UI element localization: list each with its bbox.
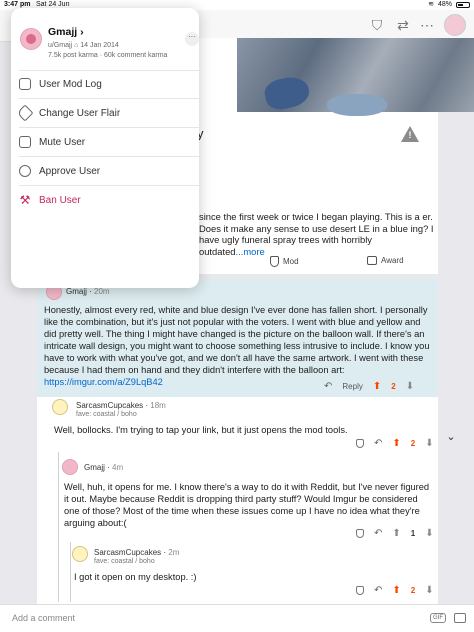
handle-text: u/Gmajj	[48, 42, 73, 49]
shield-icon	[270, 256, 279, 267]
comment-author[interactable]: SarcasmCupcakes · 18m	[76, 401, 166, 410]
approve-icon	[19, 165, 31, 177]
award-button[interactable]: Award	[367, 256, 404, 265]
post-body: since the first week or twice I began pl…	[199, 211, 435, 257]
thread-line	[58, 452, 59, 602]
hammer-icon: ⚒	[19, 193, 31, 207]
menu-change-user-flair[interactable]: Change User Flair	[16, 99, 191, 127]
mod-shield-icon[interactable]	[356, 585, 364, 595]
menu-user-mod-log[interactable]: User Mod Log	[19, 70, 191, 98]
comment-body: Honestly, almost every red, white and bl…	[44, 304, 432, 388]
menu-ban-user[interactable]: ⚒ Ban User	[19, 186, 191, 214]
battery-percent: 48%	[437, 1, 452, 8]
thread-line	[70, 542, 71, 602]
vote-score: 2	[410, 438, 416, 448]
menu-approve-user[interactable]: Approve User	[19, 157, 191, 185]
award-label: Award	[381, 256, 404, 265]
mod-shield-icon[interactable]	[356, 528, 364, 538]
cake-date: 14 Jan 2014	[80, 42, 119, 49]
comment-text: Honestly, almost every red, white and bl…	[44, 305, 430, 375]
comment-time: 20m	[94, 287, 110, 296]
downvote-icon[interactable]: ⬇	[425, 528, 433, 539]
popover-handle: u/Gmajj ⌂ 14 Jan 2014	[48, 42, 119, 49]
battery-icon	[456, 2, 470, 8]
avatar[interactable]	[444, 14, 466, 36]
avatar[interactable]	[72, 546, 88, 562]
menu-label: Approve User	[39, 165, 101, 177]
shield-icon	[19, 78, 31, 90]
comment-actions: ↶ Reply ⬆ 2 ⬇	[324, 380, 414, 392]
menu-label: User Mod Log	[39, 78, 102, 90]
upvote-icon[interactable]: ⬆	[392, 528, 400, 539]
reply-icon[interactable]: ↶	[374, 585, 382, 596]
vote-score: 1	[410, 528, 416, 538]
reply-button[interactable]: Reply	[342, 382, 362, 391]
upvote-icon[interactable]: ⬆	[392, 585, 400, 596]
comment-actions: ↶ ⬆ 2 ⬇	[356, 584, 434, 596]
mod-label: Mod	[283, 257, 299, 266]
award-icon	[367, 256, 377, 265]
avatar[interactable]	[62, 459, 78, 475]
gif-button[interactable]: GIF	[430, 613, 446, 623]
more-icon[interactable]: ⋯	[418, 16, 436, 34]
comment-body: Well, huh, it opens for me. I know there…	[64, 482, 430, 528]
downvote-icon[interactable]: ⬇	[425, 438, 433, 449]
user-avatar[interactable]	[20, 28, 42, 50]
reply-icon[interactable]: ↶	[324, 381, 332, 392]
author-name: SarcasmCupcakes	[76, 401, 144, 410]
menu-label: Change User Flair	[39, 107, 121, 119]
imgur-link[interactable]: https://imgur.com/a/Z9LqB42	[44, 377, 163, 387]
comment-author[interactable]: Gmajj · 20m	[66, 287, 110, 296]
author-name: SarcasmCupcakes	[94, 548, 162, 557]
post-body-text: since the first week or twice I began pl…	[199, 211, 434, 257]
comment-time: 18m	[150, 401, 166, 410]
downvote-icon[interactable]: ⬇	[406, 381, 414, 392]
avatar[interactable]	[52, 399, 68, 415]
popover-karma: 7.5k post karma · 60k comment karma	[48, 52, 168, 59]
warning-mark: !	[408, 130, 412, 140]
comment-author[interactable]: SarcasmCupcakes · 2m	[94, 548, 179, 557]
chevron-down-icon[interactable]: ⌄	[442, 428, 460, 446]
image-pillow	[327, 94, 387, 116]
sort-icon[interactable]: ⇄	[394, 16, 412, 34]
user-flair: fave: coastal / boho	[94, 558, 155, 565]
upvote-icon[interactable]: ⬆	[392, 438, 400, 449]
comment-actions: ↶ ⬆ 1 ⬇	[356, 527, 434, 539]
mute-icon	[19, 136, 31, 148]
mod-button[interactable]: Mod	[270, 256, 299, 267]
cake-icon: ⌂	[74, 42, 79, 49]
vote-score: 2	[410, 585, 416, 595]
popover-more-button[interactable]: ···	[185, 32, 199, 46]
popover-username[interactable]: Gmajj ›	[48, 26, 84, 38]
mod-shield-icon[interactable]	[356, 438, 364, 448]
comment-body: I got it open on my desktop. :)	[74, 572, 197, 582]
comment-composer[interactable]: Add a comment GIF	[0, 604, 474, 632]
wifi-icon: ≋	[428, 1, 434, 8]
camera-icon[interactable]	[454, 613, 466, 623]
author-name: Gmajj	[66, 287, 87, 296]
comment-author[interactable]: Gmajj · 4m	[84, 463, 123, 472]
author-name: Gmajj	[84, 463, 105, 472]
comment-actions: ↶ ⬆ 2 ⬇	[356, 437, 434, 449]
comment-body: Well, bollocks. I'm trying to tap your l…	[54, 425, 348, 435]
reply-icon[interactable]: ↶	[374, 528, 382, 539]
status-right: ≋ 48%	[428, 0, 470, 10]
downvote-icon[interactable]: ⬇	[425, 585, 433, 596]
chevron-right-icon: ›	[80, 26, 84, 38]
username-text: Gmajj	[48, 26, 78, 38]
comment-time: 4m	[112, 463, 124, 472]
add-comment-input[interactable]: Add a comment	[12, 613, 75, 623]
reply-icon[interactable]: ↶	[374, 438, 382, 449]
menu-label: Mute User	[39, 136, 86, 148]
user-popover: Gmajj › u/Gmajj ⌂ 14 Jan 2014 7.5k post …	[11, 8, 199, 288]
comment-time: 2m	[168, 548, 180, 557]
menu-mute-user[interactable]: Mute User	[19, 128, 191, 156]
tag-icon	[16, 104, 34, 122]
vote-score: 2	[391, 381, 396, 391]
user-flair: fave: coastal / boho	[76, 411, 137, 418]
menu-label: Ban User	[39, 194, 81, 206]
mod-shield-icon[interactable]: ⛉	[368, 16, 386, 34]
upvote-icon[interactable]: ⬆	[373, 381, 381, 392]
